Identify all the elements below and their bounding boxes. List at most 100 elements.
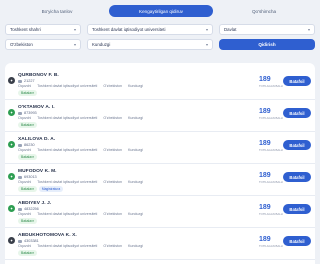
details-button[interactable]: Batafsil <box>283 108 311 118</box>
degree-tag: Bakalavr <box>18 154 37 160</box>
meta-item: Kunduzgi <box>128 148 143 152</box>
score-value: 189 <box>259 204 271 211</box>
university-select[interactable]: Toshkent davlat iqtisodiyot universiteti… <box>87 24 213 35</box>
tab-advanced-search[interactable]: Kengaytirilgan qidiruv <box>109 5 213 17</box>
details-button[interactable]: Batafsil <box>283 204 311 214</box>
details-button[interactable]: Batafsil <box>283 76 311 86</box>
student-name: ABDUKHOTOMOVA K. X. <box>18 233 77 238</box>
tag-group: Bakalavr <box>18 122 37 128</box>
meta-item: O'zbekiston <box>103 212 122 216</box>
graduation-cap-icon: ✦ <box>8 77 15 84</box>
student-id: 873993 <box>24 111 37 115</box>
meta-item: Toshkent davlat iqtisodiyot universiteti <box>37 244 98 248</box>
list-item: ✦ ABDIYEV J. J. 4832256 Oquvchi Toshkent … <box>5 196 315 228</box>
student-meta: Oquvchi Toshkent davlat iqtisodiyot unive… <box>18 180 143 184</box>
study-form-select-value: Kunduzgi <box>92 42 111 47</box>
student-name: ABDIYEV J. J. <box>18 201 52 206</box>
meta-item: Oquvchi <box>18 180 32 184</box>
score-value: 189 <box>259 236 271 243</box>
details-button[interactable]: Batafsil <box>283 172 311 182</box>
score-value: 189 <box>259 108 271 115</box>
search-button[interactable]: Qidirish <box>219 39 315 50</box>
country-select-value: O'zbekiston <box>10 42 33 47</box>
university-select-value: Toshkent davlat iqtisodiyot universiteti <box>92 27 166 32</box>
details-button[interactable]: Batafsil <box>283 140 311 150</box>
details-button[interactable]: Batafsil <box>283 236 311 246</box>
list-item: ✦ XALILOVA D. A. 86230 Oquvchi Toshkent d… <box>5 132 315 164</box>
student-meta: Oquvchi Toshkent davlat iqtisodiyot unive… <box>18 212 143 216</box>
score-label: TO'PLAGAN BALLI <box>259 148 284 152</box>
student-name: XALILOVA D. A. <box>18 137 56 142</box>
meta-item: Kunduzgi <box>128 180 143 184</box>
chevron-down-icon: ▾ <box>307 27 310 32</box>
degree-tag: Bakalavr <box>18 218 37 224</box>
id-card-icon <box>18 111 22 115</box>
meta-item: Toshkent davlat iqtisodiyot universiteti <box>37 84 98 88</box>
meta-item: O'zbekiston <box>103 244 122 248</box>
tab-by-selection[interactable]: Bo'yicha tanlov <box>5 5 109 17</box>
student-meta: Oquvchi Toshkent davlat iqtisodiyot unive… <box>18 148 143 152</box>
score-value: 189 <box>259 172 271 179</box>
score-label: TO'PLAGAN BALLI <box>259 212 284 216</box>
tag-group: Bakalavr <box>18 250 37 256</box>
chevron-down-icon: ▾ <box>205 27 208 32</box>
student-id-line: 86230 <box>18 143 35 147</box>
student-id: 693013 <box>24 175 37 179</box>
student-meta: Oquvchi Toshkent davlat iqtisodiyot unive… <box>18 116 143 120</box>
tag-group: Bakalavr <box>18 218 37 224</box>
degree-tag: Bakalavr <box>18 186 37 192</box>
student-id-line: 4832256 <box>18 207 39 211</box>
tag-group: Bakalavr <box>18 154 37 160</box>
id-card-icon <box>18 143 22 147</box>
meta-item: Kunduzgi <box>128 84 143 88</box>
country-select[interactable]: O'zbekiston ▾ <box>5 39 81 50</box>
student-id-line: 873993 <box>18 111 37 115</box>
graduation-cap-icon: ✦ <box>8 205 15 212</box>
meta-item: O'zbekiston <box>103 116 122 120</box>
results-list: ✦ QURBONOV F. B. 21227 Oquvchi Toshkent d… <box>5 63 315 264</box>
meta-item: Toshkent davlat iqtisodiyot universiteti <box>37 180 98 184</box>
meta-item: O'zbekiston <box>103 148 122 152</box>
student-id-line: 4303381 <box>18 239 39 243</box>
chevron-down-icon: ▾ <box>205 42 208 47</box>
score-label: TO'PLAGAN BALLI <box>259 84 284 88</box>
chevron-down-icon: ▾ <box>73 27 76 32</box>
student-meta: Oquvchi Toshkent davlat iqtisodiyot unive… <box>18 84 143 88</box>
chevron-down-icon: ▾ <box>73 42 76 47</box>
region-select-value: Toshkent shahri <box>10 27 41 32</box>
id-card-icon <box>18 239 22 243</box>
ownership-select[interactable]: Davlat ▾ <box>219 24 315 35</box>
tab-bar: Bo'yicha tanlov Kengaytirilgan qidiruv Q… <box>5 4 315 18</box>
region-select[interactable]: Toshkent shahri ▾ <box>5 24 81 35</box>
graduation-cap-icon: ✦ <box>8 173 15 180</box>
list-item: ✦ MUFODOV K. M. 693013 Oquvchi Toshkent d… <box>5 164 315 196</box>
meta-item: Oquvchi <box>18 148 32 152</box>
score-label: TO'PLAGAN BALLI <box>259 116 284 120</box>
student-id: 21227 <box>24 79 35 83</box>
graduation-cap-icon: ✦ <box>8 141 15 148</box>
meta-item: Oquvchi <box>18 84 32 88</box>
id-card-icon <box>18 79 22 83</box>
meta-item: Oquvchi <box>18 244 32 248</box>
list-item: ✦ ABDUKHOTOMOVA K. X. 4303381 Oquvchi Tos… <box>5 228 315 260</box>
meta-item: Oquvchi <box>18 212 32 216</box>
score-value: 189 <box>259 140 271 147</box>
score-value: 189 <box>259 76 271 83</box>
graduation-cap-icon: ✦ <box>8 109 15 116</box>
student-meta: Oquvchi Toshkent davlat iqtisodiyot unive… <box>18 244 143 248</box>
score-label: TO'PLAGAN BALLI <box>259 180 284 184</box>
id-card-icon <box>18 207 22 211</box>
meta-item: Toshkent davlat iqtisodiyot universiteti <box>37 148 98 152</box>
study-form-select[interactable]: Kunduzgi ▾ <box>87 39 213 50</box>
degree-tag: Bakalavr <box>18 250 37 256</box>
student-id: 4303381 <box>24 239 39 243</box>
list-item: ✦ O'KTAMOV A. I. 873993 Oquvchi Toshkent … <box>5 100 315 132</box>
meta-item: O'zbekiston <box>103 180 122 184</box>
filter-panel: Toshkent shahri ▾ Toshkent davlat iqtiso… <box>5 24 315 54</box>
id-card-icon <box>18 175 22 179</box>
student-id-line: 21227 <box>18 79 35 83</box>
tab-additional[interactable]: Qo'shimcha <box>213 5 315 17</box>
meta-item: O'zbekiston <box>103 84 122 88</box>
student-name: QURBONOV F. B. <box>18 73 59 78</box>
meta-item: Kunduzgi <box>128 244 143 248</box>
